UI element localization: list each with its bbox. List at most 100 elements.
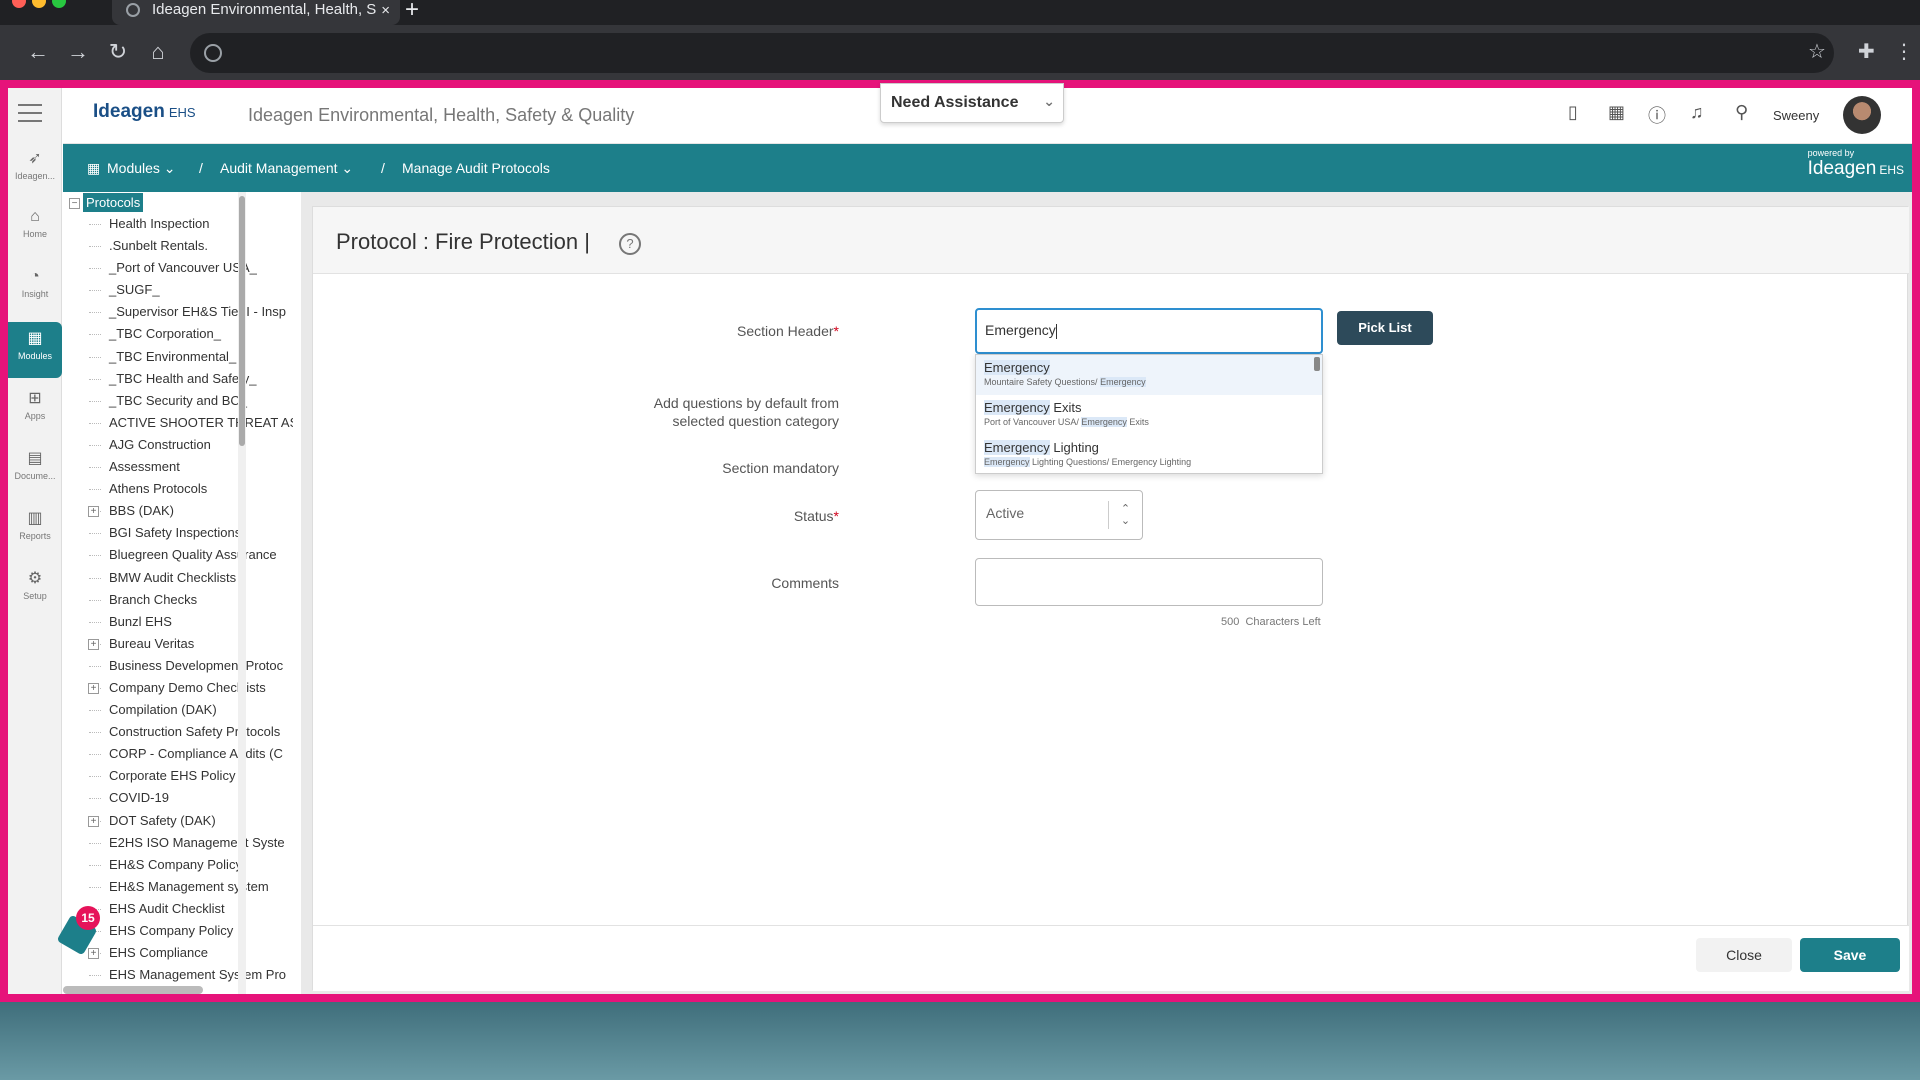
suggestion-title: Emergency Lighting: [984, 440, 1314, 455]
tree-item[interactable]: EHS Management System Pro: [63, 964, 293, 986]
comments-label: Comments: [771, 575, 839, 591]
breadcrumb-audit-management[interactable]: Audit Management ⌄: [220, 160, 353, 177]
tree-item[interactable]: _SUGF_: [63, 279, 293, 301]
help-icon[interactable]: ?: [619, 233, 641, 255]
rail-item-setup[interactable]: ⚙ Setup: [8, 562, 62, 618]
avatar[interactable]: [1843, 96, 1881, 134]
tree-item[interactable]: + Company Demo Checklists: [63, 677, 293, 699]
notification-widget[interactable]: 15: [56, 906, 106, 956]
rail-item-apps[interactable]: ⊞ Apps: [8, 382, 62, 438]
suggestion-title-match: Emergency: [984, 440, 1050, 455]
home-icon[interactable]: ⌂: [144, 39, 172, 65]
bookmark-star-icon[interactable]: ☆: [1808, 39, 1826, 64]
location-pin-icon[interactable]: ⚲: [1735, 102, 1748, 123]
expand-icon[interactable]: +: [88, 682, 99, 694]
scroll-thumb[interactable]: [239, 196, 245, 446]
maximize-window-icon[interactable]: [52, 0, 66, 8]
tree-item-label: DOT Safety (DAK): [109, 812, 216, 828]
breadcrumb-modules[interactable]: Modules ⌄: [107, 160, 176, 177]
suggestion-path-part: Emergency: [984, 457, 1030, 467]
tree-item[interactable]: AJG Construction: [63, 434, 293, 456]
comments-textarea[interactable]: [975, 558, 1323, 606]
horizontal-scrollbar[interactable]: [63, 986, 203, 994]
minimize-window-icon[interactable]: [32, 0, 46, 8]
close-window-icon[interactable]: [12, 0, 26, 8]
save-button[interactable]: Save: [1800, 938, 1900, 972]
expand-icon[interactable]: +: [88, 815, 99, 827]
tree-item[interactable]: _Port of Vancouver USA_: [63, 257, 293, 279]
tree-item-label: Health Inspection: [109, 216, 210, 231]
expand-icon[interactable]: +: [88, 638, 99, 650]
tree-item[interactable]: COVID-19: [63, 787, 293, 809]
tree-item[interactable]: Bluegreen Quality Assurance: [63, 544, 293, 566]
section-header-input[interactable]: Emergency: [975, 308, 1323, 354]
rail-item-ideagen[interactable]: ➶ Ideagen...: [8, 142, 62, 198]
tree-item[interactable]: _Supervisor EH&S Tier I - Insp: [63, 301, 293, 323]
tree-item[interactable]: _TBC Health and Safety_: [63, 368, 293, 390]
dropdown-scrollbar[interactable]: [1314, 357, 1320, 371]
tree-item-label: EHS Company Policy: [109, 923, 234, 938]
new-tab-button[interactable]: +: [405, 0, 419, 24]
close-tab-icon[interactable]: ×: [381, 1, 390, 21]
tree-item[interactable]: + DOT Safety (DAK): [63, 810, 293, 832]
tree-item[interactable]: ACTIVE SHOOTER THREAT AS: [63, 412, 293, 434]
browser-toolbar: ← → ↻ ⌂ ☆ ✚ ⋮: [0, 25, 1920, 83]
suggestion-item[interactable]: Emergency Lighting Emergency Lighting Que…: [976, 435, 1322, 473]
tree-item[interactable]: E2HS ISO Management Syste: [63, 832, 293, 854]
tree-item[interactable]: .Sunbelt Rentals.: [63, 235, 293, 257]
tree-item[interactable]: _TBC Corporation_: [63, 323, 293, 345]
chevron-down-icon: ⌄: [1043, 93, 1055, 109]
browser-menu-icon[interactable]: ⋮: [1894, 39, 1914, 64]
tree-item[interactable]: Construction Safety Protocols: [63, 721, 293, 743]
forward-icon[interactable]: →: [64, 39, 92, 65]
tree-item[interactable]: Health Inspection: [63, 213, 293, 235]
bell-icon[interactable]: ♫: [1690, 102, 1704, 123]
username[interactable]: Sweeny: [1773, 108, 1819, 123]
extensions-icon[interactable]: ✚: [1858, 39, 1875, 64]
tree-item[interactable]: _TBC Environmental_: [63, 346, 293, 368]
tree-item[interactable]: Branch Checks: [63, 589, 293, 611]
rail-item-home[interactable]: ⌂ Home: [8, 202, 62, 258]
pick-list-button[interactable]: Pick List: [1337, 311, 1433, 345]
need-assistance-dropdown[interactable]: Need Assistance ⌄: [880, 83, 1064, 123]
mobile-icon[interactable]: ▯: [1568, 102, 1578, 123]
tree-item[interactable]: BMW Audit Checklists: [63, 567, 293, 589]
expand-icon[interactable]: +: [88, 506, 99, 518]
status-select[interactable]: Active ⌃ ⌄: [975, 490, 1143, 540]
tree-item[interactable]: + BBS (DAK): [63, 500, 293, 522]
tree-item[interactable]: BGI Safety Inspections: [63, 522, 293, 544]
suggestion-item[interactable]: Emergency Mountaire Safety Questions/ Eme…: [976, 355, 1322, 395]
tree-item[interactable]: CORP - Compliance Audits (C: [63, 743, 293, 765]
breadcrumb-separator: /: [381, 160, 385, 176]
address-bar[interactable]: [190, 33, 1834, 73]
rail-item-reports[interactable]: ▥ Reports: [8, 502, 62, 558]
rail-item-insight[interactable]: ◔ Insight: [8, 262, 62, 318]
tree-item[interactable]: EH&S Management system: [63, 876, 293, 898]
breadcrumb-separator: /: [199, 160, 203, 176]
close-button[interactable]: Close: [1696, 938, 1792, 972]
text-caret: [1055, 323, 1057, 339]
hamburger-menu-icon[interactable]: [18, 104, 42, 128]
tree-item[interactable]: Bunzl EHS: [63, 611, 293, 633]
ideagen-logo[interactable]: Ideagen EHS: [93, 101, 196, 123]
rail-item-modules[interactable]: ▦ Modules: [8, 322, 62, 378]
suggestion-item[interactable]: Emergency Exits Port of Vancouver USA/ Em…: [976, 395, 1322, 435]
tree-scrollbar[interactable]: [238, 192, 246, 994]
tree-item[interactable]: _TBC Security and BC_: [63, 390, 293, 412]
site-info-icon[interactable]: [204, 44, 222, 62]
tree-item[interactable]: Compilation (DAK): [63, 699, 293, 721]
rail-item-documents[interactable]: ▤ Docume...: [8, 442, 62, 498]
calendar-icon[interactable]: ▦: [1608, 102, 1625, 123]
collapse-icon[interactable]: −: [69, 198, 80, 210]
back-icon[interactable]: ←: [24, 39, 52, 65]
tree-item[interactable]: EH&S Company Policy: [63, 854, 293, 876]
tree-item[interactable]: Athens Protocols: [63, 478, 293, 500]
tree-root[interactable]: − Protocols: [69, 193, 144, 212]
browser-tab[interactable]: Ideagen Environmental, Health, S ×: [112, 0, 400, 25]
tree-item[interactable]: Business Development Protoc: [63, 655, 293, 677]
help-icon[interactable]: ⓘ: [1648, 102, 1666, 128]
reload-icon[interactable]: ↻: [104, 39, 132, 65]
tree-item[interactable]: Corporate EHS Policy: [63, 765, 293, 787]
tree-item[interactable]: + Bureau Veritas: [63, 633, 293, 655]
tree-item[interactable]: Assessment: [63, 456, 293, 478]
